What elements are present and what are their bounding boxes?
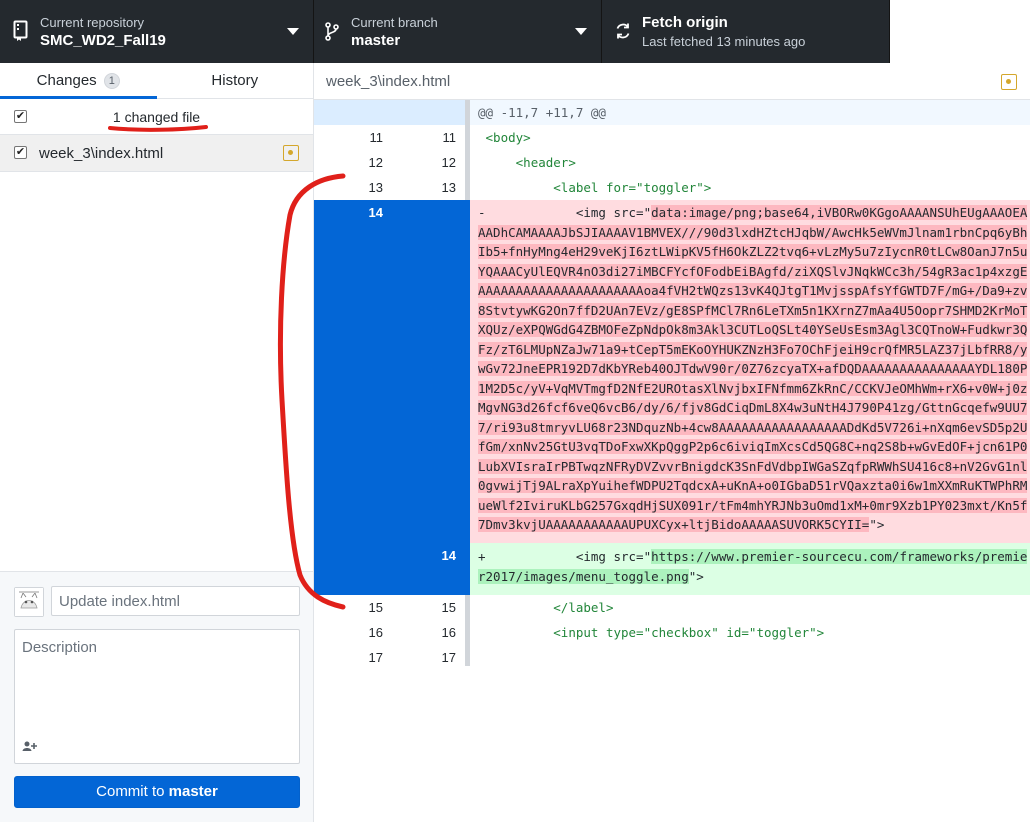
caret-down-icon	[575, 28, 587, 35]
line-code: <input type="checkbox" id="toggler">	[553, 625, 825, 640]
diff-context-line[interactable]: 11 11 <body>	[314, 125, 1030, 150]
commit-summary-input[interactable]	[51, 586, 300, 616]
new-line-number: 12	[391, 150, 470, 175]
new-line-number: 17	[391, 645, 470, 666]
commit-button[interactable]: Commit to master	[14, 776, 300, 808]
repository-selector[interactable]: Current repository SMC_WD2_Fall19	[0, 0, 314, 63]
deleted-suffix: ">	[869, 517, 885, 532]
repo-label: Current repository	[40, 15, 145, 30]
new-line-number: 11	[391, 125, 470, 150]
old-line-number: 15	[368, 600, 383, 615]
line-code: <body>	[485, 130, 531, 145]
commit-description-input[interactable]	[15, 630, 299, 730]
old-line-number: 12	[368, 155, 383, 170]
deleted-data-uri: data:image/png;base64,iVBORw0KGgoAAAANSU…	[478, 205, 1028, 532]
sidebar: Changes 1 History ✔ 1 changed file ✔ wee…	[0, 63, 314, 822]
branch-icon	[325, 22, 341, 44]
app-toolbar: Current repository SMC_WD2_Fall19 Curren…	[0, 0, 1030, 63]
caret-down-icon	[287, 28, 299, 35]
tab-history-label: History	[211, 72, 259, 89]
tab-bar: Changes 1 History	[0, 63, 313, 99]
branch-label: Current branch	[351, 15, 438, 30]
old-line-number: 16	[368, 625, 383, 640]
fetch-status: Last fetched 13 minutes ago	[642, 34, 806, 49]
diff-file-path: week_3\index.html	[326, 73, 451, 90]
diff-context-line[interactable]: 17 17	[314, 645, 1030, 666]
deleted-prefix: - <img src="	[478, 205, 652, 220]
hunk-header-row[interactable]: @@ -11,7 +11,7 @@	[314, 100, 1030, 125]
line-code: - <img src="data:image/png;base64,iVBORw…	[470, 200, 1030, 543]
fetch-title: Fetch origin	[642, 14, 728, 31]
repo-name: SMC_WD2_Fall19	[40, 32, 166, 49]
diff-context-line[interactable]: 12 12 <header>	[314, 150, 1030, 175]
commit-panel: Commit to master	[0, 571, 313, 822]
diff-added-line[interactable]: 14 + <img src="https://www.premier-sourc…	[314, 543, 1030, 595]
avatar	[14, 587, 44, 617]
file-list-item[interactable]: ✔ week_3\index.html	[0, 135, 313, 172]
line-code: + <img src="https://www.premier-sourcecu…	[470, 543, 1030, 595]
old-line-number: 11	[369, 130, 384, 145]
modified-icon	[283, 145, 299, 161]
old-line-number: 17	[368, 650, 383, 665]
old-line-number: 14	[314, 200, 391, 543]
tab-history[interactable]: History	[157, 63, 314, 98]
added-prefix: + <img src="	[478, 549, 652, 564]
branch-name: master	[351, 32, 401, 49]
diff-header: week_3\index.html	[314, 63, 1030, 100]
new-line-number: 15	[391, 595, 470, 620]
hunk-header: @@ -11,7 +11,7 @@	[470, 100, 1030, 125]
diff-panel: week_3\index.html @@ -11,7 +11,7 @@ 11 1…	[314, 63, 1030, 822]
diff-context-line[interactable]: 13 13 <label for="toggler">	[314, 175, 1030, 200]
line-code: <label for="toggler">	[553, 180, 712, 195]
changes-count-badge: 1	[103, 73, 120, 89]
old-line-number: 13	[368, 180, 383, 195]
new-line-number: 13	[391, 175, 470, 200]
changed-files-header: ✔ 1 changed file	[0, 99, 313, 135]
changed-files-count: 1 changed file	[112, 109, 201, 125]
sync-icon	[614, 22, 630, 44]
tab-changes[interactable]: Changes 1	[0, 63, 157, 99]
commit-button-prefix: Commit to	[96, 783, 169, 800]
toolbar-spacer	[890, 0, 1030, 63]
commit-description-box	[14, 629, 300, 764]
repo-icon	[13, 20, 29, 42]
added-suffix: ">	[688, 568, 704, 584]
file-checkbox[interactable]: ✔	[14, 146, 27, 159]
tab-changes-label: Changes	[36, 72, 97, 89]
diff-context-line[interactable]: 15 15 </label>	[314, 595, 1030, 620]
new-line-number: 14	[391, 543, 470, 595]
diff-deleted-line[interactable]: 14 - <img src="data:image/png;base64,iVB…	[314, 200, 1030, 543]
commit-button-branch: master	[168, 783, 218, 800]
new-line-number: 16	[391, 620, 470, 645]
diff-body: @@ -11,7 +11,7 @@ 11 11 <body> 12 12 <he…	[314, 100, 1030, 666]
fetch-origin-button[interactable]: Fetch origin Last fetched 13 minutes ago	[602, 0, 890, 63]
line-code: <header>	[515, 155, 576, 170]
modified-icon	[1001, 74, 1017, 90]
file-name: week_3\index.html	[39, 145, 164, 162]
add-coauthor-icon[interactable]	[22, 740, 38, 755]
line-code: </label>	[553, 600, 614, 615]
diff-context-line[interactable]: 16 16 <input type="checkbox" id="toggler…	[314, 620, 1030, 645]
branch-selector[interactable]: Current branch master	[314, 0, 602, 63]
